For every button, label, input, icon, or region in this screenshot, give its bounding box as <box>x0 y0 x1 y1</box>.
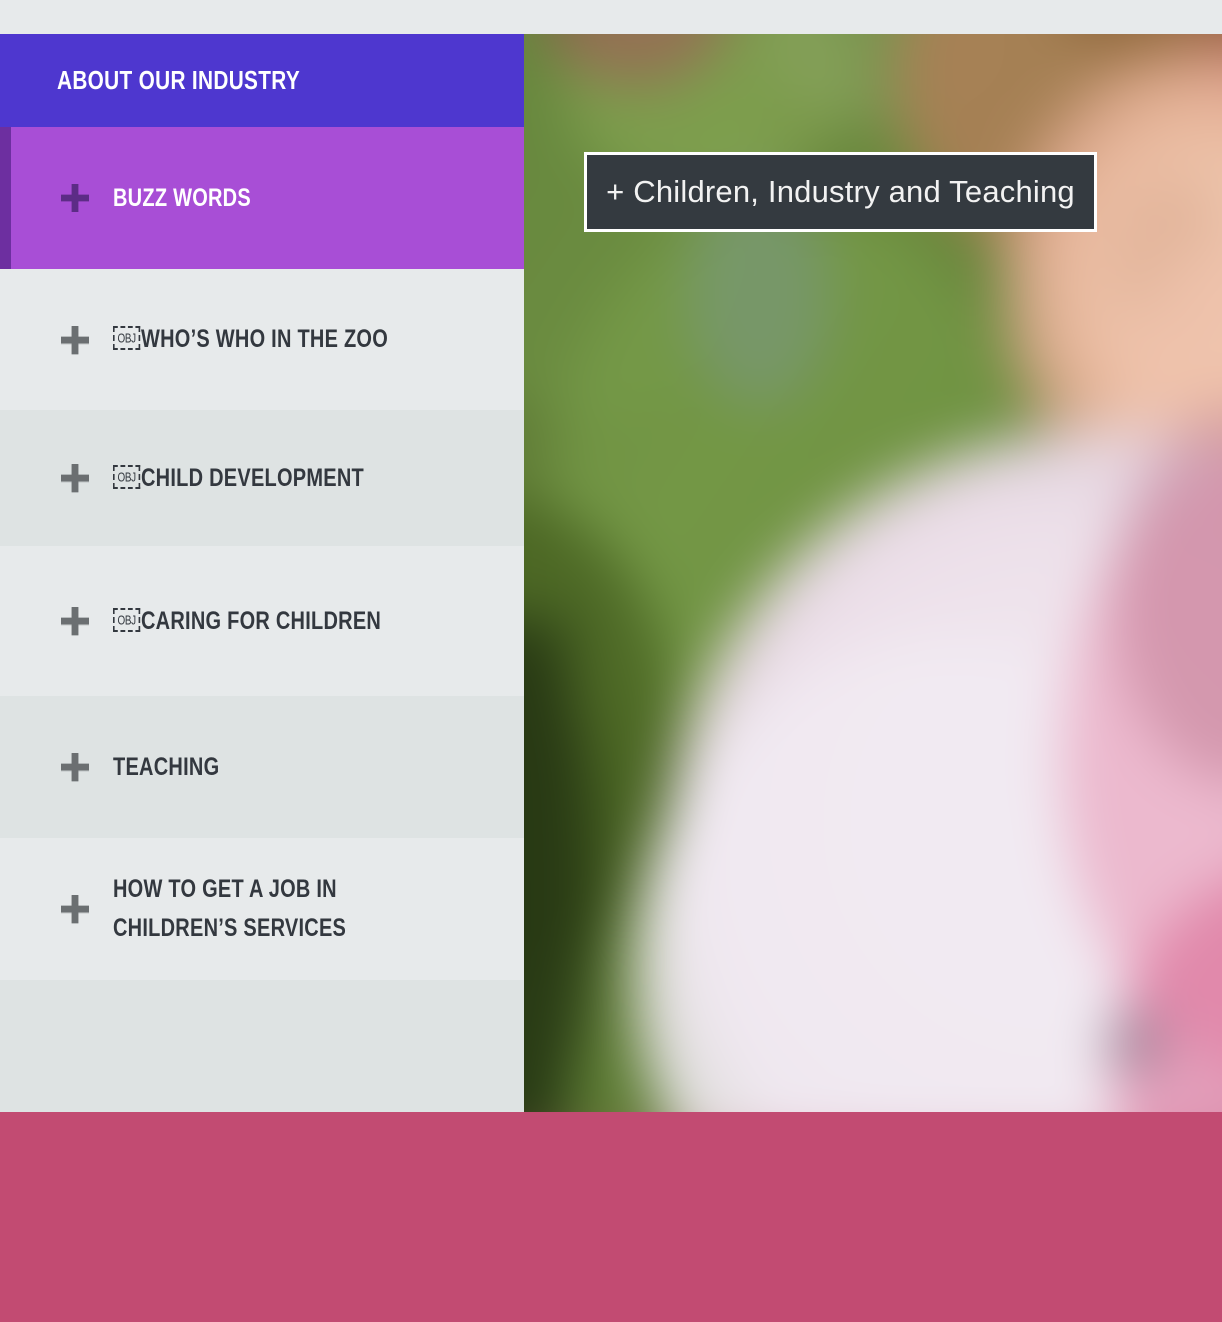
accordion-item-label-wrap: CHILD DEVELOPMENT <box>113 459 364 498</box>
object-replacement-icon <box>113 607 141 632</box>
accordion-item-label: TEACHING <box>113 752 220 781</box>
object-replacement-icon <box>113 326 141 350</box>
top-spacer-strip <box>0 0 1222 34</box>
accordion-item-caring-for-children[interactable]: CARING FOR CHILDREN <box>0 546 524 696</box>
accordion-item-teaching[interactable]: TEACHING <box>0 696 524 838</box>
accordion-trailing-panel <box>0 980 524 1112</box>
active-accent-bar <box>0 127 11 269</box>
plus-icon[interactable] <box>59 324 91 356</box>
accordion-item-label-wrap: WHO’S WHO IN THE ZOO <box>113 320 388 359</box>
accordion-item-label: CARING FOR CHILDREN <box>141 606 382 635</box>
accordion-item-label: WHO’S WHO IN THE ZOO <box>141 325 389 353</box>
accordion-title: ABOUT OUR INDUSTRY <box>57 65 301 95</box>
accordion-item-label: CHILD DEVELOPMENT <box>141 463 364 492</box>
plus-icon[interactable] <box>59 182 91 214</box>
accordion-item-label-wrap: CARING FOR CHILDREN <box>113 602 381 641</box>
accordion-item-how-to-get-a-job[interactable]: HOW TO GET A JOB IN CHILDREN’S SERVICES <box>0 838 524 980</box>
accordion-item-label: HOW TO GET A JOB IN CHILDREN’S SERVICES <box>113 875 347 942</box>
accordion-item-buzz-words[interactable]: BUZZ WORDS <box>0 127 524 269</box>
hero-image-panel: + Children, Industry and Teaching <box>524 34 1222 1112</box>
plus-icon[interactable] <box>59 893 91 925</box>
page-root: ABOUT OUR INDUSTRY BUZZ WORDS OBJWHO’S W… <box>0 0 1222 1322</box>
accordion-item-child-development[interactable]: CHILD DEVELOPMENT <box>0 410 524 546</box>
accordion-item-label: BUZZ WORDS <box>113 183 251 212</box>
plus-icon[interactable] <box>59 462 91 494</box>
accordion-item-whos-who-in-the-zoo[interactable]: WHO’S WHO IN THE ZOO <box>0 269 524 410</box>
hero-badge-label: + Children, Industry and Teaching <box>606 174 1075 209</box>
accordion-sidebar: ABOUT OUR INDUSTRY BUZZ WORDS OBJWHO’S W… <box>0 34 524 1112</box>
plus-icon[interactable] <box>59 605 91 637</box>
object-replacement-icon <box>113 464 141 489</box>
accordion-header: ABOUT OUR INDUSTRY <box>0 34 524 127</box>
content-split: ABOUT OUR INDUSTRY BUZZ WORDS OBJWHO’S W… <box>0 34 1222 1112</box>
hero-badge[interactable]: + Children, Industry and Teaching <box>584 152 1097 232</box>
plus-icon[interactable] <box>59 751 91 783</box>
bottom-color-band <box>0 1112 1222 1322</box>
